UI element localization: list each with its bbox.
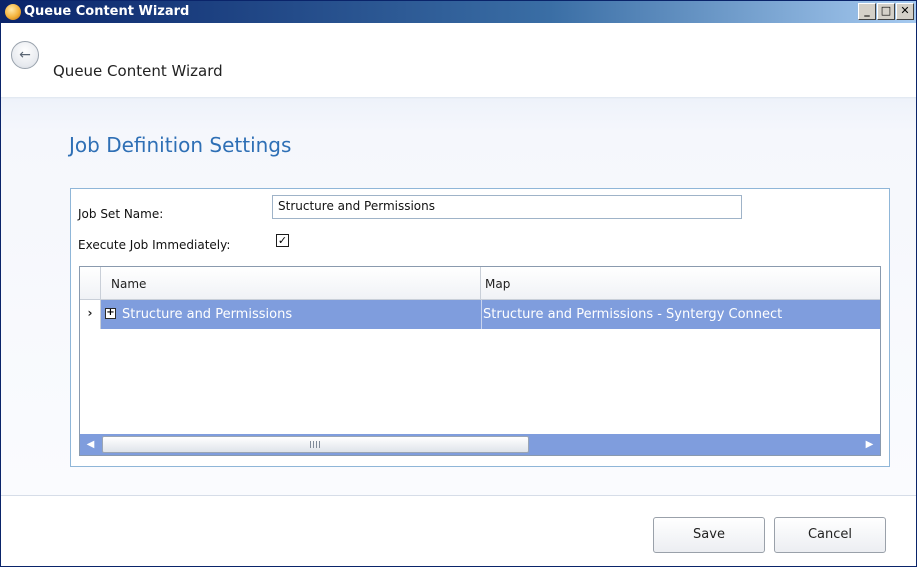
cell-divider [481, 300, 482, 329]
table-row[interactable]: › + Structure and Permissions Structure … [80, 300, 880, 329]
window-controls: _ □ ✕ [858, 3, 914, 20]
horizontal-scrollbar[interactable]: ◀ ▶ [80, 434, 880, 455]
settings-panel: Job Set Name: Structure and Permissions … [70, 188, 890, 467]
cancel-button[interactable]: Cancel [774, 517, 886, 553]
cell-name: Structure and Permissions [122, 307, 293, 322]
execute-immediately-checkbox[interactable]: ✓ [276, 234, 289, 247]
maximize-button[interactable]: □ [877, 3, 895, 20]
column-header-name-label: Name [111, 277, 147, 291]
main-content: Job Definition Settings Job Set Name: St… [1, 99, 916, 495]
job-set-name-input[interactable]: Structure and Permissions [272, 195, 742, 219]
scroll-left-icon[interactable]: ◀ [80, 434, 101, 455]
scroll-right-icon[interactable]: ▶ [859, 434, 880, 455]
section-title: Job Definition Settings [69, 133, 292, 157]
expand-icon[interactable]: + [105, 308, 116, 319]
save-button[interactable]: Save [653, 517, 765, 553]
wizard-window: Queue Content Wizard _ □ ✕ ← Queue Conte… [0, 0, 917, 567]
jobs-grid: Name Map › + Structure and Permissions S… [79, 266, 881, 456]
execute-immediately-label: Execute Job Immediately: [78, 238, 231, 252]
job-set-name-label: Job Set Name: [78, 207, 164, 221]
row-indicator-header [80, 267, 101, 300]
column-header-name[interactable]: Name [101, 267, 481, 300]
grid-header: Name Map [80, 267, 880, 300]
nav-bar: ← Queue Content Wizard [1, 23, 916, 99]
window-title: Queue Content Wizard [24, 4, 190, 19]
cell-map: Structure and Permissions - Syntergy Con… [483, 307, 783, 322]
title-bar[interactable]: Queue Content Wizard _ □ ✕ [1, 1, 916, 23]
back-arrow-icon[interactable]: ← [11, 41, 39, 69]
scroll-grip-icon [310, 441, 320, 448]
close-button[interactable]: ✕ [896, 3, 914, 20]
app-icon [5, 4, 21, 20]
nav-title: Queue Content Wizard [53, 62, 223, 80]
minimize-button[interactable]: _ [858, 3, 876, 20]
column-header-map-label: Map [485, 277, 511, 291]
row-indicator-icon: › [80, 300, 101, 329]
footer: Save Cancel [1, 495, 916, 566]
scroll-thumb[interactable] [102, 436, 529, 453]
column-header-map[interactable]: Map [481, 267, 880, 300]
